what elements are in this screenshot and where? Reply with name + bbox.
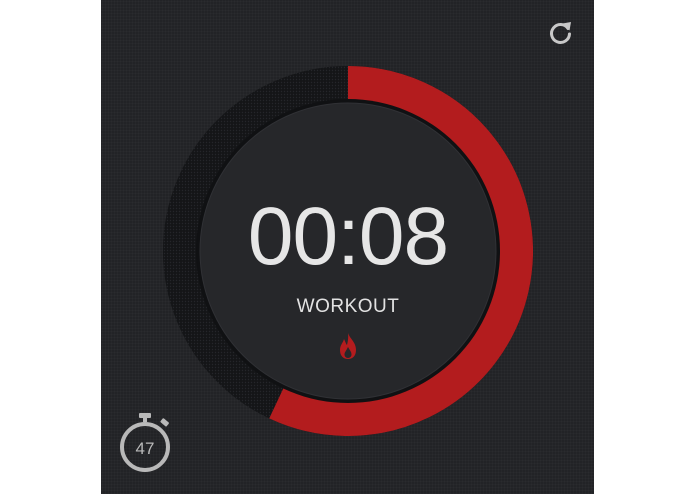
rounds-count: 47 [135, 439, 155, 458]
timer-dial: 00:08 WORKOUT [163, 66, 533, 436]
rounds-stopwatch-button[interactable]: 47 [119, 412, 177, 474]
refresh-icon[interactable] [548, 20, 574, 46]
flame-icon [336, 331, 360, 361]
time-display: 00:08 [247, 191, 449, 282]
timer-screen: 00:08 WORKOUT 47 [101, 0, 594, 494]
phase-label: WORKOUT [296, 296, 400, 317]
